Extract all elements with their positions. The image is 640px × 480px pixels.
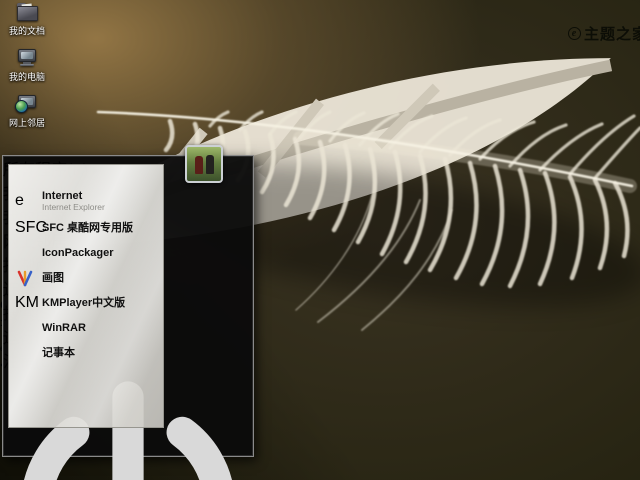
menu-item-kmplayer[interactable]: KM KMPlayer中文版	[9, 291, 163, 316]
desktop: e 主题之家 我的文档 我的电脑 网上邻居 e Internet	[0, 0, 640, 480]
desktop-icon-my-documents[interactable]: 我的文档	[0, 2, 54, 37]
menu-item-label: 画图	[42, 272, 64, 285]
desktop-icon-label: 网上邻居	[8, 118, 45, 128]
network-places-icon	[15, 94, 39, 114]
menu-item-label: Internet	[42, 190, 83, 203]
desktop-icon-label: 我的电脑	[8, 72, 45, 82]
menu-item-label: 记事本	[42, 347, 75, 360]
desktop-icon-column: 我的文档 我的电脑 网上邻居	[0, 2, 54, 140]
my-computer-icon	[15, 48, 39, 68]
my-documents-icon	[15, 2, 39, 22]
desktop-icon-network-places[interactable]: 网上邻居	[0, 94, 54, 129]
menu-item-sublabel: Internet Explorer	[42, 202, 105, 213]
paint-icon	[15, 269, 35, 289]
menu-item-label: IconPackager	[42, 247, 114, 260]
user-avatar[interactable]	[185, 145, 223, 183]
winrar-icon	[15, 319, 35, 339]
iconpackager-icon	[15, 244, 35, 264]
sfc-icon: SFC	[15, 218, 47, 236]
internet-explorer-icon: e	[15, 191, 24, 209]
notepad-icon	[15, 344, 35, 364]
menu-item-internet[interactable]: e Internet Internet Explorer	[9, 187, 163, 216]
menu-item-sfc[interactable]: SFC SFC 桌酷网专用版	[9, 216, 163, 241]
watermark-text: 主题之家	[584, 25, 640, 43]
menu-item-winrar[interactable]: WinRAR	[9, 316, 163, 341]
menu-item-paint[interactable]: 画图	[9, 266, 163, 291]
theme-watermark: e 主题之家	[568, 22, 640, 44]
menu-item-notepad[interactable]: 记事本	[9, 341, 163, 366]
desktop-icon-my-computer[interactable]: 我的电脑	[0, 48, 54, 83]
start-menu-pinned-panel: e Internet Internet Explorer SFC SFC 桌酷网…	[8, 164, 164, 428]
menu-item-label: SFC 桌酷网专用版	[42, 222, 134, 235]
menu-item-label: WinRAR	[42, 322, 86, 335]
kmplayer-icon: KM	[15, 293, 39, 311]
desktop-icon-label: 我的文档	[8, 26, 45, 36]
menu-item-label: KMPlayer中文版	[42, 297, 126, 310]
watermark-logo-icon: e	[568, 26, 581, 40]
start-menu: e Internet Internet Explorer SFC SFC 桌酷网…	[2, 145, 254, 480]
menu-item-iconpackager[interactable]: IconPackager	[9, 241, 163, 266]
